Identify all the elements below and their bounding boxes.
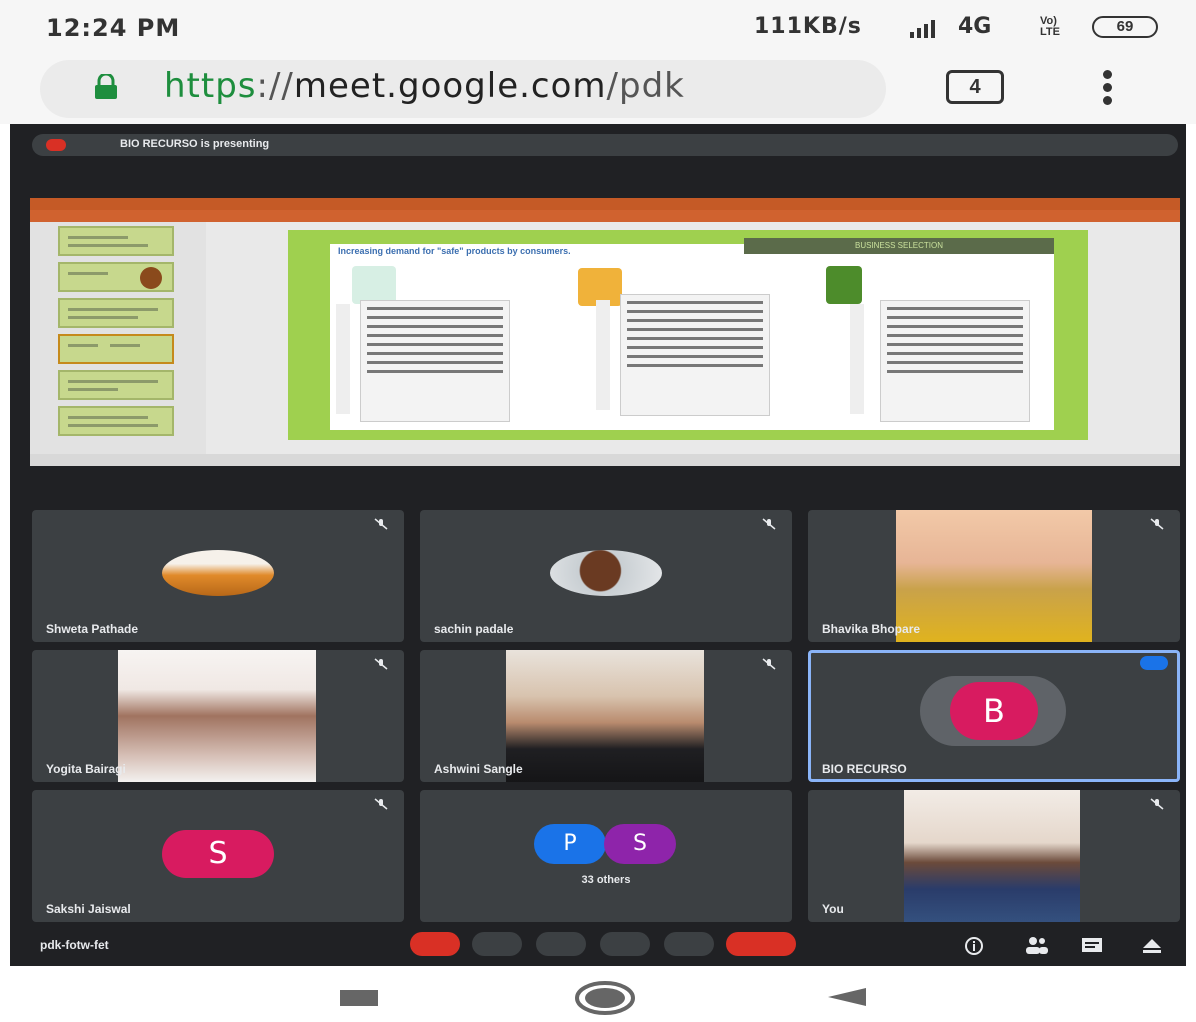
meet-window: BIO RECURSO is presenting BUSINESS SELEC… [10, 124, 1186, 966]
speaking-indicator-icon [1140, 656, 1168, 670]
participant-tile[interactable]: Shweta Pathade [32, 510, 404, 642]
slide-thumbnail [58, 262, 174, 292]
participant-tile[interactable]: sachin padale [420, 510, 792, 642]
participant-name: You [822, 902, 844, 916]
captions-icon[interactable] [536, 932, 586, 956]
network-type: 4G [958, 14, 992, 39]
powerpoint-ribbon [30, 210, 1180, 222]
camera-icon[interactable] [472, 932, 522, 956]
present-icon[interactable] [600, 932, 650, 956]
participant-avatar [550, 550, 662, 596]
hangup-icon[interactable] [726, 932, 796, 956]
participant-tile[interactable]: S Sakshi Jaiswal [32, 790, 404, 922]
url-host: meet.google.com [293, 66, 607, 106]
status-time: 12:24 PM [46, 14, 181, 42]
participant-name: Sakshi Jaiswal [46, 902, 131, 916]
meeting-controls: pdk-fotw-fet [10, 924, 1186, 966]
participant-avatar [162, 550, 274, 596]
column-text [880, 300, 1030, 422]
participant-name: Shweta Pathade [46, 622, 139, 636]
participant-tile[interactable]: Yogita Bairagi [32, 650, 404, 782]
lock-icon [95, 74, 117, 99]
url-path: /pdk [606, 66, 685, 106]
product-image [826, 266, 862, 304]
participant-name: Bhavika Bhopare [822, 622, 921, 636]
home-nav-icon[interactable] [574, 980, 636, 1016]
slide-banner: BUSINESS SELECTION [744, 238, 1054, 254]
self-tile[interactable]: You [808, 790, 1180, 922]
signal-icon [910, 20, 935, 38]
powerpoint-statusbar [30, 454, 1180, 466]
self-video [904, 790, 1080, 922]
powerpoint-titlebar [30, 198, 1180, 210]
shared-screen: BUSINESS SELECTION Increasing demand for… [30, 198, 1180, 466]
url-scheme: https [164, 66, 257, 106]
browser-toolbar: https://meet.google.com/pdk 4 [0, 56, 1196, 124]
slide-canvas: BUSINESS SELECTION Increasing demand for… [288, 230, 1088, 440]
column-heading [336, 304, 350, 414]
activities-icon[interactable] [1140, 936, 1164, 956]
slide-thumbnail [58, 370, 174, 400]
back-nav-icon[interactable] [826, 986, 868, 1008]
info-icon[interactable] [964, 936, 984, 956]
slide-title: Increasing demand for "safe" products by… [338, 246, 571, 256]
others-tile[interactable]: P S 33 others [420, 790, 792, 922]
mic-off-icon [762, 658, 776, 670]
recents-nav-icon[interactable] [340, 990, 378, 1006]
mic-off-icon [1150, 518, 1164, 530]
people-icon[interactable] [1024, 934, 1050, 956]
mic-off-icon[interactable] [410, 932, 460, 956]
participant-initial: B [950, 682, 1038, 740]
slide-thumbnail [58, 298, 174, 328]
mic-off-icon [1150, 798, 1164, 810]
column-heading [850, 304, 864, 414]
others-count: 33 others [581, 874, 631, 886]
participant-name: Ashwini Sangle [434, 762, 523, 776]
slide-content: BUSINESS SELECTION Increasing demand for… [330, 238, 1054, 430]
mic-off-icon [374, 518, 388, 530]
url-text[interactable]: https://meet.google.com/pdk [164, 66, 685, 106]
mic-off-icon [762, 518, 776, 530]
participant-name: sachin padale [434, 622, 514, 636]
column-text [360, 300, 510, 422]
participant-video [118, 650, 316, 782]
chat-icon[interactable] [1080, 936, 1104, 956]
presenting-banner: BIO RECURSO is presenting [32, 134, 1178, 156]
participant-name: Yogita Bairagi [46, 762, 126, 776]
system-nav-bar [0, 966, 1196, 1022]
more-vert-icon[interactable] [1100, 70, 1114, 110]
column-heading [596, 300, 610, 410]
participant-video [506, 650, 704, 782]
participant-tile[interactable]: Ashwini Sangle [420, 650, 792, 782]
mic-off-icon [374, 658, 388, 670]
slide-thumbnail [58, 406, 174, 436]
volte-label: Vo) LTE [1040, 15, 1060, 38]
network-speed: 111KB/s [754, 14, 862, 39]
participant-name: BIO RECURSO [822, 762, 907, 776]
mic-off-icon [374, 798, 388, 810]
url-separator: :// [256, 66, 294, 106]
participant-initial: S [162, 830, 274, 878]
column-text [620, 294, 770, 416]
status-network-speed: 111KB/s [754, 14, 862, 39]
slide-thumbnail-selected [58, 334, 174, 364]
status-bar: 12:24 PM 111KB/s 4G Vo) LTE 69 [0, 0, 1196, 56]
participant-tile-speaking[interactable]: B BIO RECURSO [808, 650, 1180, 782]
more-icon[interactable] [664, 932, 714, 956]
participant-initial: S [604, 824, 676, 864]
presenting-label: BIO RECURSO is presenting [120, 138, 270, 150]
slide-thumbnail [58, 226, 174, 256]
tabs-icon[interactable]: 4 [946, 70, 1004, 104]
participant-tile[interactable]: Bhavika Bhopare [808, 510, 1180, 642]
product-image [352, 266, 396, 304]
participant-initial: P [534, 824, 606, 864]
battery-icon: 69 [1092, 16, 1158, 38]
participant-video [896, 510, 1092, 642]
slide-thumbnails [30, 222, 206, 460]
meeting-code: pdk-fotw-fet [40, 938, 109, 952]
presenting-icon [46, 139, 66, 151]
